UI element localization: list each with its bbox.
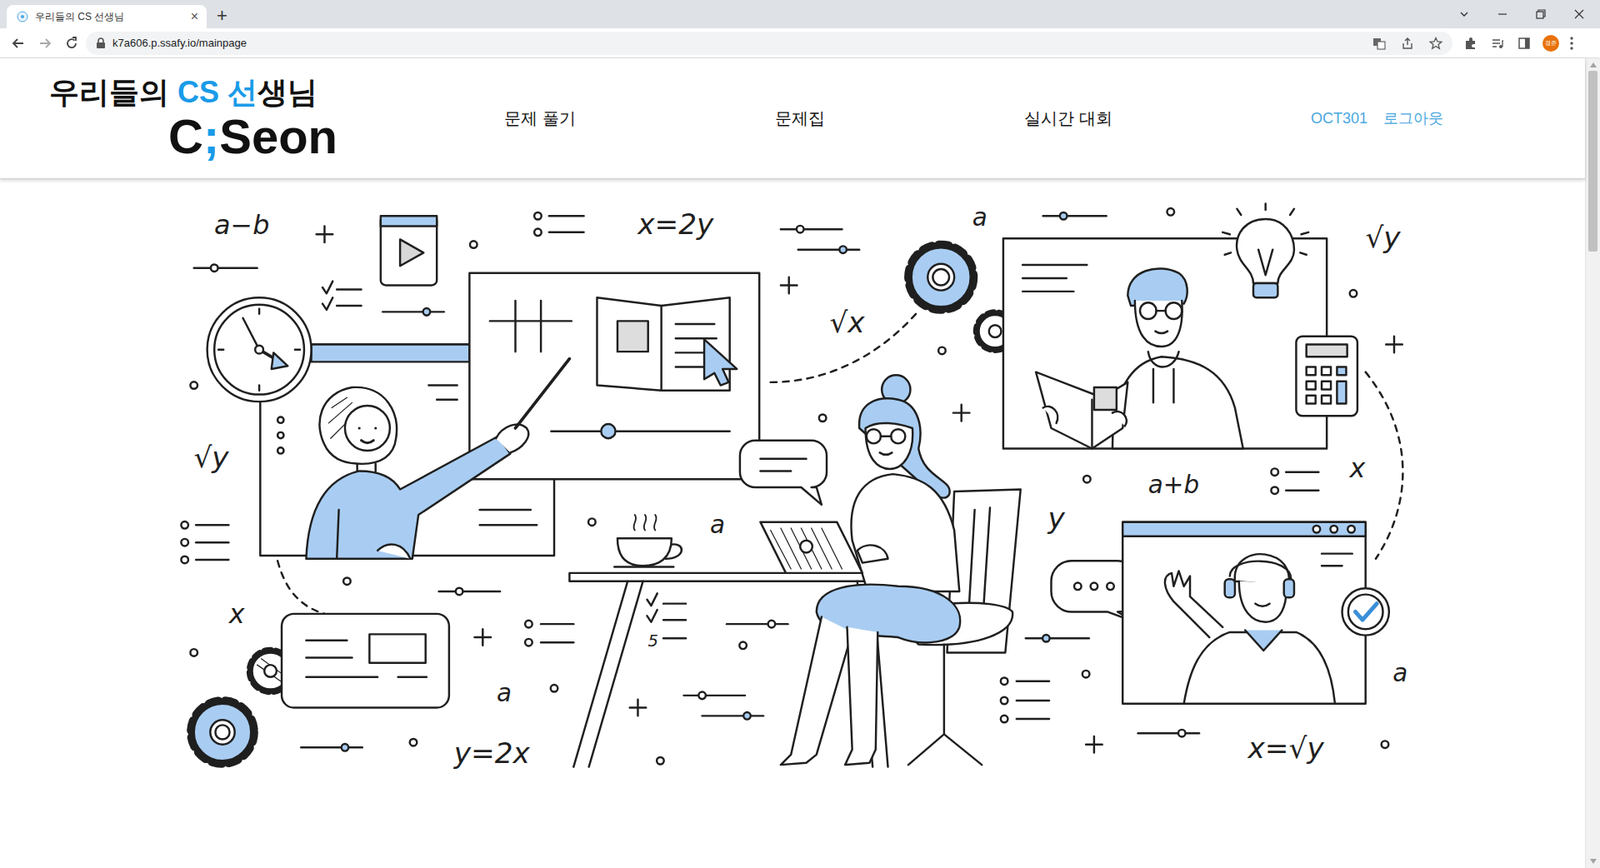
logo-segment: Seon	[219, 109, 338, 164]
address-bar[interactable]: k7a606.p.ssafy.io/mainpage	[85, 31, 1453, 55]
main-nav: 문제 풀기문제집실시간 대회	[504, 105, 1311, 131]
tab-strip: 우리들의 CS 선생님 × +	[0, 0, 1600, 29]
math-label: √y	[193, 440, 230, 475]
math-label: a	[710, 510, 725, 540]
site-header: 우리들의 CS 선생님 C;Seon 문제 풀기문제집실시간 대회 OCT301…	[0, 58, 1585, 180]
logo-segment	[219, 75, 228, 110]
page: 우리들의 CS 선생님 C;Seon 문제 풀기문제집실시간 대회 OCT301…	[0, 58, 1585, 868]
star-icon[interactable]	[1429, 36, 1443, 50]
logo-segment: 우리들의	[49, 75, 178, 110]
menu-icon[interactable]	[1569, 35, 1575, 51]
toolbar: k7a606.p.ssafy.io/mainpage 경준	[0, 28, 1600, 59]
forward-icon[interactable]	[37, 35, 53, 51]
math-label: x	[1348, 452, 1366, 485]
restore-icon[interactable]	[1535, 8, 1547, 20]
logo-segment: 선	[227, 75, 258, 110]
favicon-icon	[16, 10, 29, 23]
logo[interactable]: 우리들의 CS 선생님 C;Seon	[0, 74, 505, 163]
window-controls	[1445, 0, 1600, 29]
nav-item[interactable]: 문제 풀기	[504, 105, 775, 131]
hero-illustration: a−b x=2y a √y √x √y a y a+b x x a a y=2x x=√y 5	[0, 179, 1585, 868]
math-label: a−b	[214, 209, 270, 241]
math-label: x=√y	[1247, 731, 1325, 765]
logo-segment: C	[168, 109, 204, 164]
scroll-up-icon[interactable]	[1590, 62, 1597, 68]
scrollbar[interactable]	[1585, 58, 1600, 868]
new-tab-button[interactable]: +	[216, 6, 228, 25]
lock-icon[interactable]	[95, 37, 106, 50]
online-class-illustration: a−b x=2y a √y √x √y a y a+b x x a a y=2x x=√y 5	[0, 179, 1585, 868]
side-panel-icon[interactable]	[1517, 36, 1531, 50]
back-icon[interactable]	[10, 35, 26, 51]
user-name[interactable]: OCT301	[1310, 107, 1384, 130]
browser-tab[interactable]: 우리들의 CS 선생님 ×	[6, 5, 207, 29]
url-text: k7a606.p.ssafy.io/mainpage	[112, 35, 1366, 52]
media-icon[interactable]	[1490, 36, 1505, 50]
math-label: x=2y	[636, 207, 715, 241]
translate-icon[interactable]	[1372, 36, 1386, 50]
math-label: y	[1046, 501, 1065, 535]
minimize-icon[interactable]	[1496, 8, 1509, 20]
logo-wordmark: C;Seon	[49, 110, 505, 163]
nav-item[interactable]: 문제집	[775, 105, 1025, 131]
math-label: 5	[648, 631, 659, 651]
scroll-thumb[interactable]	[1588, 70, 1598, 252]
scroll-track[interactable]	[1585, 67, 1600, 860]
nav-item[interactable]: 실시간 대회	[1024, 105, 1311, 131]
logo-segment: ;	[203, 109, 220, 164]
math-label: a	[1392, 659, 1408, 688]
reload-icon[interactable]	[64, 35, 80, 51]
logo-segment: 생님	[257, 75, 318, 110]
math-label: a+b	[1148, 470, 1200, 500]
math-label: √x	[829, 305, 865, 340]
extensions-icon[interactable]	[1464, 36, 1478, 50]
logo-title: 우리들의 CS 선생님	[49, 74, 505, 111]
logo-segment: CS	[177, 75, 220, 110]
profile-avatar[interactable]: 경준	[1542, 35, 1560, 52]
profile-name: 경준	[1545, 40, 1557, 46]
share-icon[interactable]	[1400, 36, 1415, 50]
tab-close[interactable]: ×	[189, 10, 200, 24]
math-label: a	[496, 679, 512, 708]
tab-search-icon[interactable]	[1458, 8, 1470, 20]
logout-link[interactable]: 로그아웃	[1383, 107, 1444, 130]
tab-title: 우리들의 CS 선생님	[35, 9, 183, 25]
math-label: √y	[1365, 220, 1401, 255]
math-label: y=2x	[453, 736, 531, 770]
close-window-icon[interactable]	[1573, 8, 1585, 20]
math-label: x	[228, 598, 246, 630]
scroll-down-icon[interactable]	[1590, 859, 1597, 865]
math-label: a	[972, 203, 988, 232]
